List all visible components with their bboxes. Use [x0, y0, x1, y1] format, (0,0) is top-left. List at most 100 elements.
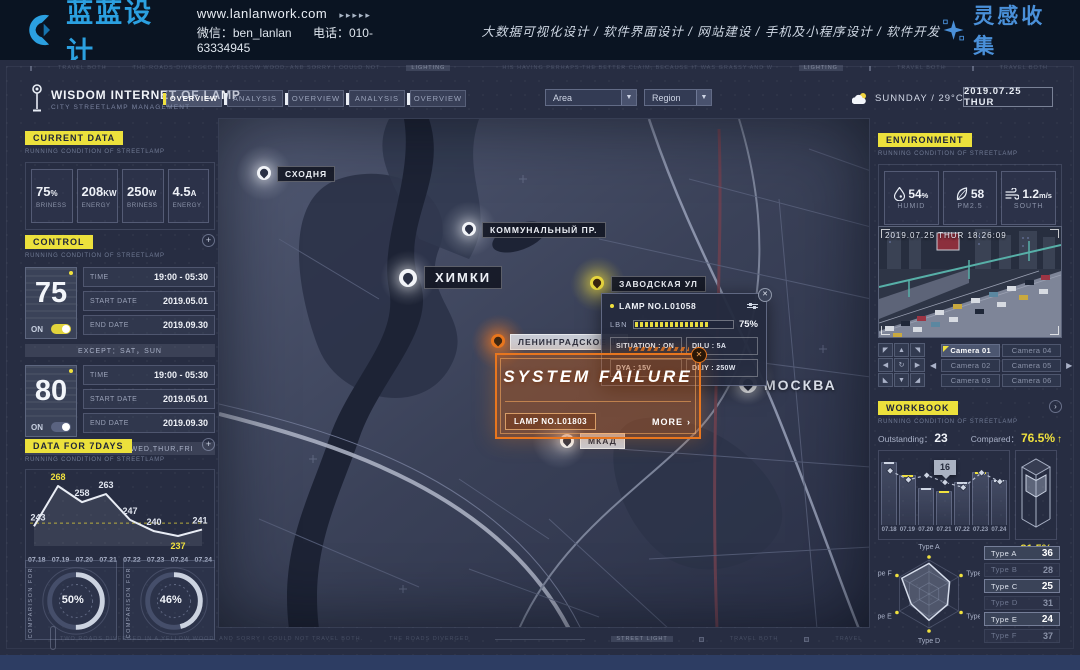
workbook-panel: WORKBOOK RUNNING CONDITION OF STREETLAMP… — [878, 398, 1062, 556]
camera-04-button[interactable]: Camera 04 — [1002, 344, 1061, 357]
screenshot-stage: 蓝蓝设计 www.lanlanwork.com ▸▸▸▸▸ 微信：ben_lan… — [0, 0, 1080, 670]
region-select[interactable]: Region ▼ — [644, 89, 712, 106]
more-button[interactable]: MORE› — [652, 417, 691, 427]
x-tick: 07.21 — [936, 527, 952, 533]
gauge-label: COMPARISON FOR — [28, 567, 34, 638]
reset-view-button[interactable]: ↻ — [894, 358, 909, 372]
weather-widget: SUNNDAY / 29°C — [852, 89, 964, 107]
tab-overview-2[interactable]: OVERVIEW — [288, 90, 344, 107]
except-days-bar: EXCEPT：SAT，SUN — [25, 344, 215, 357]
power-toggle-on[interactable] — [51, 324, 71, 334]
spark-icon — [940, 15, 967, 45]
camera-05-button[interactable]: Camera 05 — [1002, 359, 1061, 372]
pan-up-right-button[interactable]: ◥ — [910, 343, 925, 357]
frame-corner — [1050, 229, 1059, 238]
indicator-dot — [69, 271, 73, 275]
type-a-row[interactable]: Type A36 — [984, 546, 1060, 560]
pan-down-button[interactable]: ▼ — [894, 373, 909, 387]
frame-corner — [1050, 326, 1059, 335]
bottom-bar — [0, 655, 1080, 670]
type-d-row[interactable]: Type D31 — [984, 596, 1060, 610]
website-link[interactable]: www.lanlanwork.com — [197, 6, 327, 21]
close-icon[interactable]: ✕ — [691, 347, 707, 363]
x-tick: 07.24 — [991, 527, 1007, 533]
pan-left-button[interactable]: ◀ — [878, 358, 893, 372]
svg-text:243: 243 — [30, 512, 45, 522]
pan-right-button[interactable]: ▶ — [910, 358, 925, 372]
area-select[interactable]: Area ▼ — [545, 89, 637, 106]
start-date-field[interactable]: START DATE 2019.05.01 — [83, 389, 215, 409]
close-icon[interactable]: ✕ — [758, 288, 772, 302]
status-dot — [610, 304, 614, 308]
lamp-pin-khimki[interactable] — [399, 269, 417, 287]
camera-03-button[interactable]: Camera 03 — [941, 374, 1000, 387]
promo-banner: 蓝蓝设计 www.lanlanwork.com ▸▸▸▸▸ 微信：ben_lan… — [0, 0, 1080, 60]
time-field[interactable]: TIME 19:00 - 05:30 — [83, 365, 215, 385]
tab-overview-3[interactable]: OVERVIEW — [410, 90, 466, 107]
camera-feed[interactable]: 2019.07.25 THUR 18:26:09 — [878, 226, 1062, 338]
decor-chip: STREET LIGHT — [611, 636, 672, 642]
add-control-button[interactable]: + — [202, 234, 215, 247]
expand-chart-button[interactable]: + — [202, 438, 215, 451]
date-display[interactable]: 2019.07.25 THUR — [963, 87, 1053, 107]
hazard-stripes — [629, 347, 689, 351]
camera-next-icon[interactable]: ▶ — [1066, 361, 1072, 370]
pan-up-button[interactable]: ▲ — [894, 343, 909, 357]
x-tick: 07.19 — [899, 527, 915, 533]
start-date-field[interactable]: START DATE 2019.05.01 — [83, 291, 215, 311]
current-data-stats: 75% BRINESS 208KW ENERGY 250W BRINESS 4.… — [25, 162, 215, 230]
lamp-pin-kommunalny[interactable] — [462, 222, 476, 236]
lamp-pin-zavodskaya[interactable] — [590, 276, 604, 290]
up-arrow-icon: ↑ — [1057, 434, 1062, 445]
brightness-value: 80 — [26, 366, 76, 418]
tab-overview-1[interactable]: OVERVIEW — [166, 90, 222, 107]
compared-value: 76.5% — [1021, 431, 1055, 445]
pan-down-right-button[interactable]: ◢ — [910, 373, 925, 387]
stat-briness-pct: 75% BRINESS — [31, 169, 73, 223]
decorative-top-strip: TRAVEL BOTH THE ROADS DIVERGED IN A YELL… — [30, 65, 1056, 71]
camera-06-button[interactable]: Camera 06 — [1002, 374, 1061, 387]
decor-chip: LIGHTING — [406, 65, 450, 71]
svg-text:Type F: Type F — [878, 571, 892, 578]
sun-cloud-icon — [852, 92, 869, 105]
city-map[interactable]: СХОДНЯ КОММУНАЛЬНЫЙ ПР. ХИМКИ ЗАВОДСКАЯ … — [218, 118, 870, 628]
control-panel: CONTROL RUNNING CONDITION OF STREETLAMP … — [25, 232, 215, 455]
compared-label: Compared： — [971, 433, 1019, 445]
expand-workbook-button[interactable]: › — [1049, 400, 1062, 413]
svg-text:Type E: Type E — [878, 614, 892, 621]
seven-days-panel: DATA FOR 7DAYS RUNNING CONDITION OF STRE… — [25, 436, 215, 568]
decor-text: TRAVEL BOTH — [58, 65, 107, 71]
camera-prev-icon[interactable]: ◀ — [930, 361, 936, 370]
camera-02-button[interactable]: Camera 02 — [941, 359, 1000, 372]
sliders-icon[interactable] — [747, 304, 758, 308]
time-field[interactable]: TIME 19:00 - 05:30 — [83, 267, 215, 287]
control-group-2: 80 ON TIME 19:00 - 05:30 START DATE 2019… — [25, 365, 215, 437]
camera-01-button[interactable]: Camera 01 — [941, 344, 1000, 357]
type-c-row[interactable]: Type C25 — [984, 579, 1060, 593]
decor-text: TRAVEL — [835, 636, 862, 642]
lamp-pin-skhodnya[interactable] — [257, 166, 271, 180]
svg-text:241: 241 — [192, 516, 207, 526]
brand-logo[interactable]: 蓝蓝设计 — [22, 0, 171, 69]
pan-down-left-button[interactable]: ◣ — [878, 373, 893, 387]
type-e-row[interactable]: Type E24 — [984, 612, 1060, 626]
power-toggle-off[interactable] — [51, 422, 71, 432]
stat-energy-kw: 208KW ENERGY — [77, 169, 119, 223]
arrows-decoration: ▸▸▸▸▸ — [339, 10, 372, 20]
end-date-field[interactable]: END DATE 2019.09.30 — [83, 315, 215, 335]
tab-analysis-1[interactable]: ANALYSIS — [227, 90, 283, 107]
tab-analysis-2[interactable]: ANALYSIS — [349, 90, 405, 107]
end-date-field[interactable]: END DATE 2019.09.30 — [83, 413, 215, 433]
type-b-row[interactable]: Type B28 — [984, 563, 1060, 577]
traffic-video-frame — [879, 227, 1061, 337]
ptz-dpad: ◤ ▲ ◥ ◀ ↻ ▶ ◣ ▼ ◢ — [878, 343, 925, 387]
inspiration-collect[interactable]: 灵感收集 — [940, 0, 1060, 60]
lbn-progress: LBN 75% — [610, 319, 758, 330]
decor-chip: LIGHTING — [799, 65, 843, 71]
lamp-pin-leningradskoe[interactable] — [491, 334, 505, 348]
pan-up-left-button[interactable]: ◤ — [878, 343, 893, 357]
on-label: ON — [31, 423, 43, 432]
camera-controls: ◤ ▲ ◥ ◀ ↻ ▶ ◣ ▼ ◢ ◀ Camera 01 Camera 04 … — [878, 343, 1062, 387]
svg-text:263: 263 — [98, 480, 113, 490]
checkbox-decoration — [804, 637, 809, 642]
